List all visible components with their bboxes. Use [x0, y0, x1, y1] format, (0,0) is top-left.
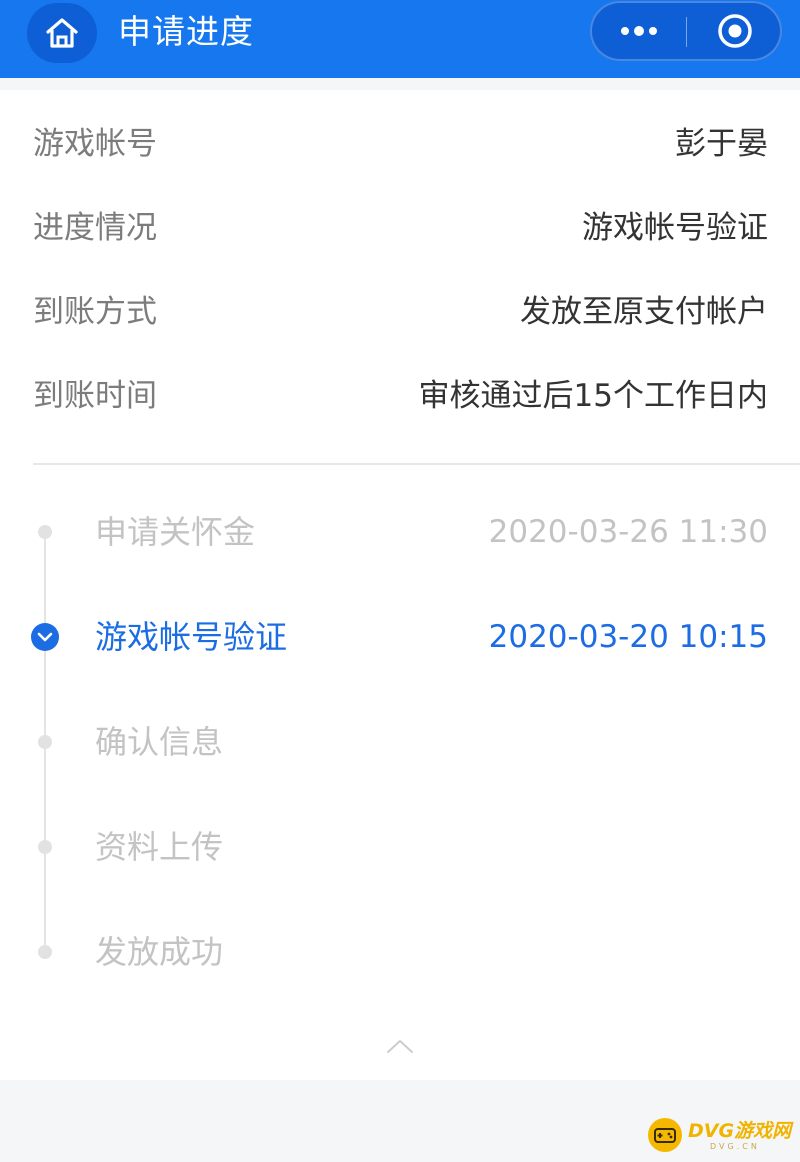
- divider: [33, 463, 800, 465]
- step-dot: [38, 735, 52, 749]
- more-dots-icon: [621, 26, 657, 36]
- gamepad-logo-icon: [648, 1118, 682, 1152]
- info-label: 到账时间: [33, 378, 157, 414]
- info-label: 进度情况: [33, 210, 157, 246]
- step-dot: [38, 840, 52, 854]
- info-row-method: 到账方式 发放至原支付帐户: [33, 292, 768, 332]
- info-label: 游戏帐号: [33, 126, 157, 162]
- close-button[interactable]: [687, 3, 782, 59]
- watermark-text: DVG游戏网: [688, 1120, 792, 1142]
- more-button[interactable]: [592, 3, 686, 59]
- info-row-progress: 进度情况 游戏帐号验证: [33, 208, 768, 248]
- step-label: 资料上传: [95, 828, 224, 866]
- page-title: 申请进度: [118, 12, 254, 51]
- info-value: 游戏帐号验证: [582, 210, 768, 246]
- step-label: 游戏帐号验证: [95, 618, 288, 656]
- timeline-step: 资料上传: [0, 822, 800, 872]
- collapse-button[interactable]: [384, 1036, 416, 1056]
- chevron-down-icon: [37, 632, 53, 642]
- step-label: 确认信息: [95, 723, 224, 761]
- step-dot: [38, 525, 52, 539]
- progress-card: 游戏帐号 彭于晏 进度情况 游戏帐号验证 到账方式 发放至原支付帐户 到账时间 …: [0, 90, 800, 1080]
- step-dot: [38, 945, 52, 959]
- info-row-time: 到账时间 审核通过后15个工作日内: [33, 376, 768, 416]
- timeline-step: 确认信息: [0, 717, 800, 767]
- timeline-step-active: 游戏帐号验证 2020-03-20 10:15: [0, 612, 800, 662]
- watermark: DVG游戏网 DVG.CN: [648, 1116, 794, 1154]
- step-time: 2020-03-20 10:15: [488, 619, 768, 655]
- step-label: 申请关怀金: [95, 513, 256, 551]
- info-row-account: 游戏帐号 彭于晏: [33, 124, 768, 164]
- mini-program-capsule: [590, 1, 782, 61]
- step-time: 2020-03-26 11:30: [488, 514, 768, 550]
- info-value: 发放至原支付帐户: [520, 294, 768, 330]
- timeline-step: 申请关怀金 2020-03-26 11:30: [0, 507, 800, 557]
- step-label: 发放成功: [95, 933, 224, 971]
- info-label: 到账方式: [33, 294, 157, 330]
- chevron-up-icon: [387, 1040, 413, 1053]
- target-close-icon: [717, 14, 752, 48]
- title-bar: 申请进度: [0, 0, 800, 78]
- watermark-subtext: DVG.CN: [710, 1142, 760, 1151]
- step-check-icon: [31, 623, 59, 651]
- home-button[interactable]: [27, 3, 97, 63]
- info-value: 审核通过后15个工作日内: [418, 378, 768, 414]
- timeline-step: 发放成功: [0, 927, 800, 977]
- info-value: 彭于晏: [675, 126, 768, 162]
- home-icon: [46, 18, 78, 48]
